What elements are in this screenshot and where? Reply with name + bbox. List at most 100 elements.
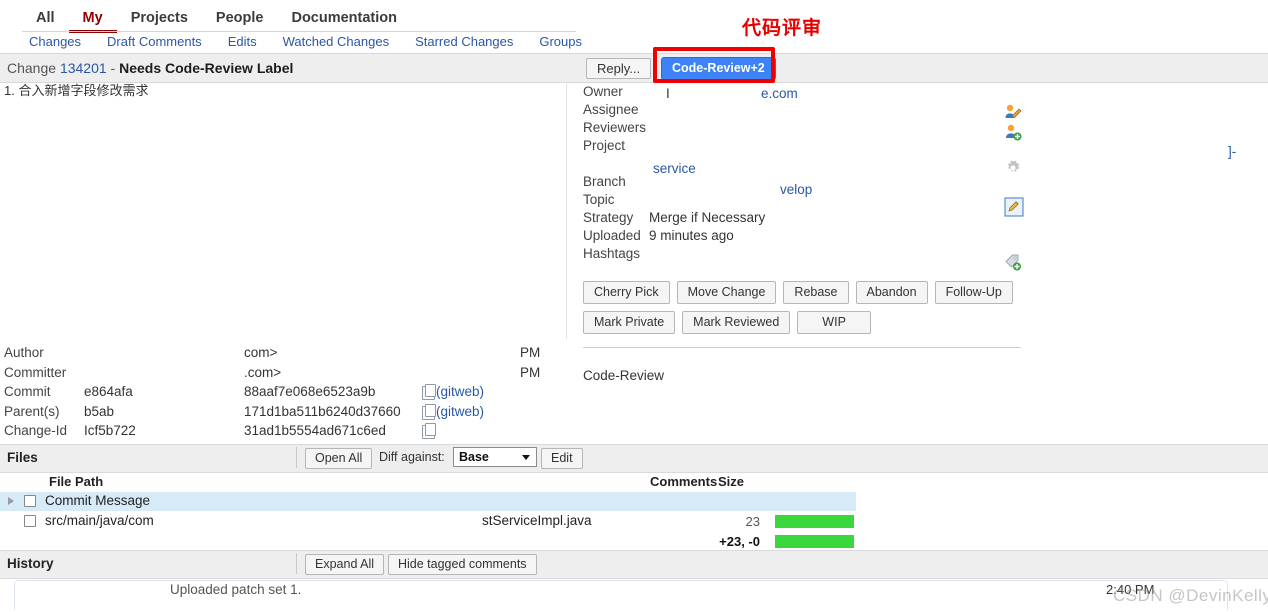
watermark: CSDN @DevinKelly (1113, 586, 1268, 606)
file-size-bar (775, 515, 854, 528)
copy-icon[interactable] (422, 386, 435, 400)
owner-fragment-email[interactable]: e.com (761, 86, 798, 101)
change-header-bar: Change 134201 - Needs Code-Review Label … (0, 53, 1268, 83)
commit-info-author-time: PM (520, 343, 540, 363)
table-row[interactable]: src/main/java/com stServiceImpl.java 23 (0, 512, 856, 531)
files-total-diff: +23, -0 (690, 534, 760, 549)
meta-row-uploaded: Uploaded 9 minutes ago (583, 228, 1043, 246)
files-table-header: File Path Comments Size (0, 472, 1268, 492)
reviewer-add-icon[interactable] (1004, 123, 1022, 141)
wip-button[interactable]: WIP (797, 311, 871, 334)
nav-divider (22, 31, 576, 32)
topic-edit-icon[interactable] (1004, 197, 1024, 217)
code-review-label-heading: Code-Review (583, 368, 664, 383)
top-navigation: All My Projects People Documentation Cha… (0, 0, 1268, 52)
open-all-button[interactable]: Open All (305, 448, 372, 469)
abandon-button[interactable]: Abandon (856, 281, 928, 304)
commit-info-row-committer: Committer .com> PM (4, 363, 564, 383)
meta-row-reviewers: Reviewers (583, 120, 1043, 138)
meta-label-hashtags: Hashtags (583, 246, 649, 261)
commit-info-label-author: Author (4, 343, 82, 363)
expand-all-button[interactable]: Expand All (305, 554, 384, 575)
file-comment-count: 23 (700, 514, 760, 529)
file-path-label[interactable]: Commit Message (45, 493, 150, 508)
meta-label-project: Project (583, 138, 649, 153)
column-header-size: Size (718, 474, 744, 489)
change-separator: - (111, 60, 116, 76)
meta-row-hashtags: Hashtags (583, 246, 1043, 264)
meta-row-strategy: Strategy Merge if Necessary (583, 210, 1043, 228)
secondary-nav: Changes Draft Comments Edits Watched Cha… (22, 33, 595, 51)
diff-against-select[interactable]: Base (453, 447, 537, 467)
file-checkbox[interactable] (24, 515, 36, 527)
meta-label-uploaded: Uploaded (583, 228, 649, 243)
actions-divider (583, 347, 1021, 348)
subnav-item-groups[interactable]: Groups (526, 33, 595, 51)
commit-info-label-change-id: Change-Id (4, 421, 82, 441)
commit-message-text: 1. 合入新增字段修改需求 (4, 82, 554, 100)
assignee-edit-icon[interactable] (1004, 103, 1022, 121)
subnav-item-changes[interactable]: Changes (22, 33, 94, 51)
commit-info-label-commit: Commit (4, 382, 82, 402)
column-header-file-path: File Path (49, 474, 103, 489)
commit-gitweb-link[interactable]: (gitweb) (436, 382, 484, 402)
nav-item-people[interactable]: People (202, 8, 278, 28)
commit-info-author-email: com> (244, 343, 277, 363)
meta-row-assignee: Assignee (583, 102, 1043, 120)
reply-button[interactable]: Reply... (586, 58, 651, 79)
mark-private-button[interactable]: Mark Private (583, 311, 675, 334)
parent-gitweb-link[interactable]: (gitweb) (436, 402, 484, 422)
primary-nav: All My Projects People Documentation (22, 8, 411, 33)
project-fragment-service[interactable]: service (653, 161, 696, 176)
rebase-button[interactable]: Rebase (783, 281, 848, 304)
files-total-row: +23, -0 (0, 532, 856, 551)
file-path-label[interactable]: src/main/java/com (45, 513, 154, 528)
project-fragment-tail[interactable]: ]- (1228, 144, 1236, 159)
hashtag-add-icon[interactable] (1004, 253, 1022, 271)
owner-fragment-start: I (666, 86, 670, 101)
project-settings-gear-icon[interactable] (1004, 159, 1022, 177)
cherry-pick-button[interactable]: Cherry Pick (583, 281, 670, 304)
follow-up-button[interactable]: Follow-Up (935, 281, 1013, 304)
nav-item-documentation[interactable]: Documentation (277, 8, 411, 28)
diff-against-label: Diff against: (379, 450, 445, 464)
nav-item-projects[interactable]: Projects (117, 8, 202, 28)
meta-label-owner: Owner (583, 84, 649, 99)
mark-reviewed-button[interactable]: Mark Reviewed (682, 311, 790, 334)
history-entry-message: Uploaded patch set 1. (170, 582, 301, 597)
diff-against-value: Base (459, 450, 489, 464)
change-id-start: Icf5b722 (84, 421, 136, 441)
expand-arrow-icon[interactable] (8, 497, 14, 505)
file-path-label-tail[interactable]: stServiceImpl.java (482, 513, 592, 528)
commit-info-row-author: Author com> PM (4, 343, 564, 363)
hide-tagged-comments-button[interactable]: Hide tagged comments (388, 554, 537, 575)
subnav-item-draft-comments[interactable]: Draft Comments (94, 33, 215, 51)
subnav-item-edits[interactable]: Edits (215, 33, 270, 51)
table-row[interactable]: Commit Message (0, 492, 856, 511)
meta-row-topic: Topic (583, 192, 1043, 210)
code-review-plus2-button[interactable]: Code-Review+2 (661, 57, 776, 80)
subnav-item-starred-changes[interactable]: Starred Changes (402, 33, 526, 51)
edit-button[interactable]: Edit (541, 448, 583, 469)
files-toolbar-divider (296, 447, 297, 468)
change-id-end: 31ad1b5554ad671c6ed (244, 421, 386, 441)
branch-fragment-tail[interactable]: velop (780, 182, 812, 197)
meta-label-branch: Branch (583, 174, 649, 189)
move-change-button[interactable]: Move Change (677, 281, 777, 304)
subnav-item-watched-changes[interactable]: Watched Changes (270, 33, 402, 51)
column-header-comments: Comments (650, 474, 717, 489)
copy-icon[interactable] (422, 406, 435, 420)
change-number[interactable]: 134201 (60, 60, 107, 76)
change-metadata-table: Owner Assignee Reviewers Project Branch … (583, 84, 1043, 264)
nav-item-all[interactable]: All (22, 8, 69, 28)
file-checkbox[interactable] (24, 495, 36, 507)
nav-item-my[interactable]: My (69, 8, 117, 33)
actions-row-1: Cherry Pick Move Change Rebase Abandon F… (583, 281, 1053, 304)
copy-icon[interactable] (422, 425, 435, 439)
parent-hash-start: b5ab (84, 402, 114, 422)
chevron-down-icon (522, 455, 530, 460)
actions-row-2: Mark Private Mark Reviewed WIP (583, 311, 1053, 334)
change-prefix: Change (7, 60, 56, 76)
meta-row-branch: Branch (583, 174, 1043, 192)
annotation-code-review-label: 代码评审 (742, 13, 822, 40)
